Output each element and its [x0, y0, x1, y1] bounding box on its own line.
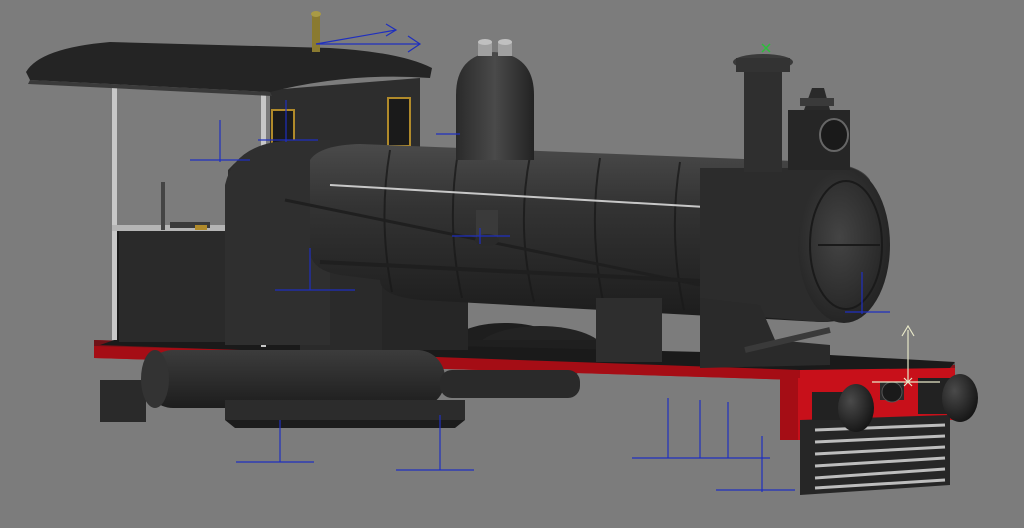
- locomotive-model[interactable]: [26, 11, 978, 495]
- gizmo-arrow: [315, 23, 422, 53]
- cab-pillar: [112, 85, 117, 340]
- cowcatcher[interactable]: [800, 415, 950, 495]
- headlamp[interactable]: [788, 88, 850, 170]
- scene-canvas[interactable]: [0, 0, 1024, 528]
- chimney[interactable]: [733, 54, 793, 172]
- cab-window: [387, 97, 411, 147]
- rear-buffer-beam[interactable]: [100, 380, 146, 422]
- whistle[interactable]: [312, 14, 320, 52]
- steam-dome[interactable]: [456, 39, 534, 160]
- selection-marker: [761, 43, 771, 53]
- 3d-viewport[interactable]: [0, 0, 1024, 528]
- saddle[interactable]: [596, 298, 662, 362]
